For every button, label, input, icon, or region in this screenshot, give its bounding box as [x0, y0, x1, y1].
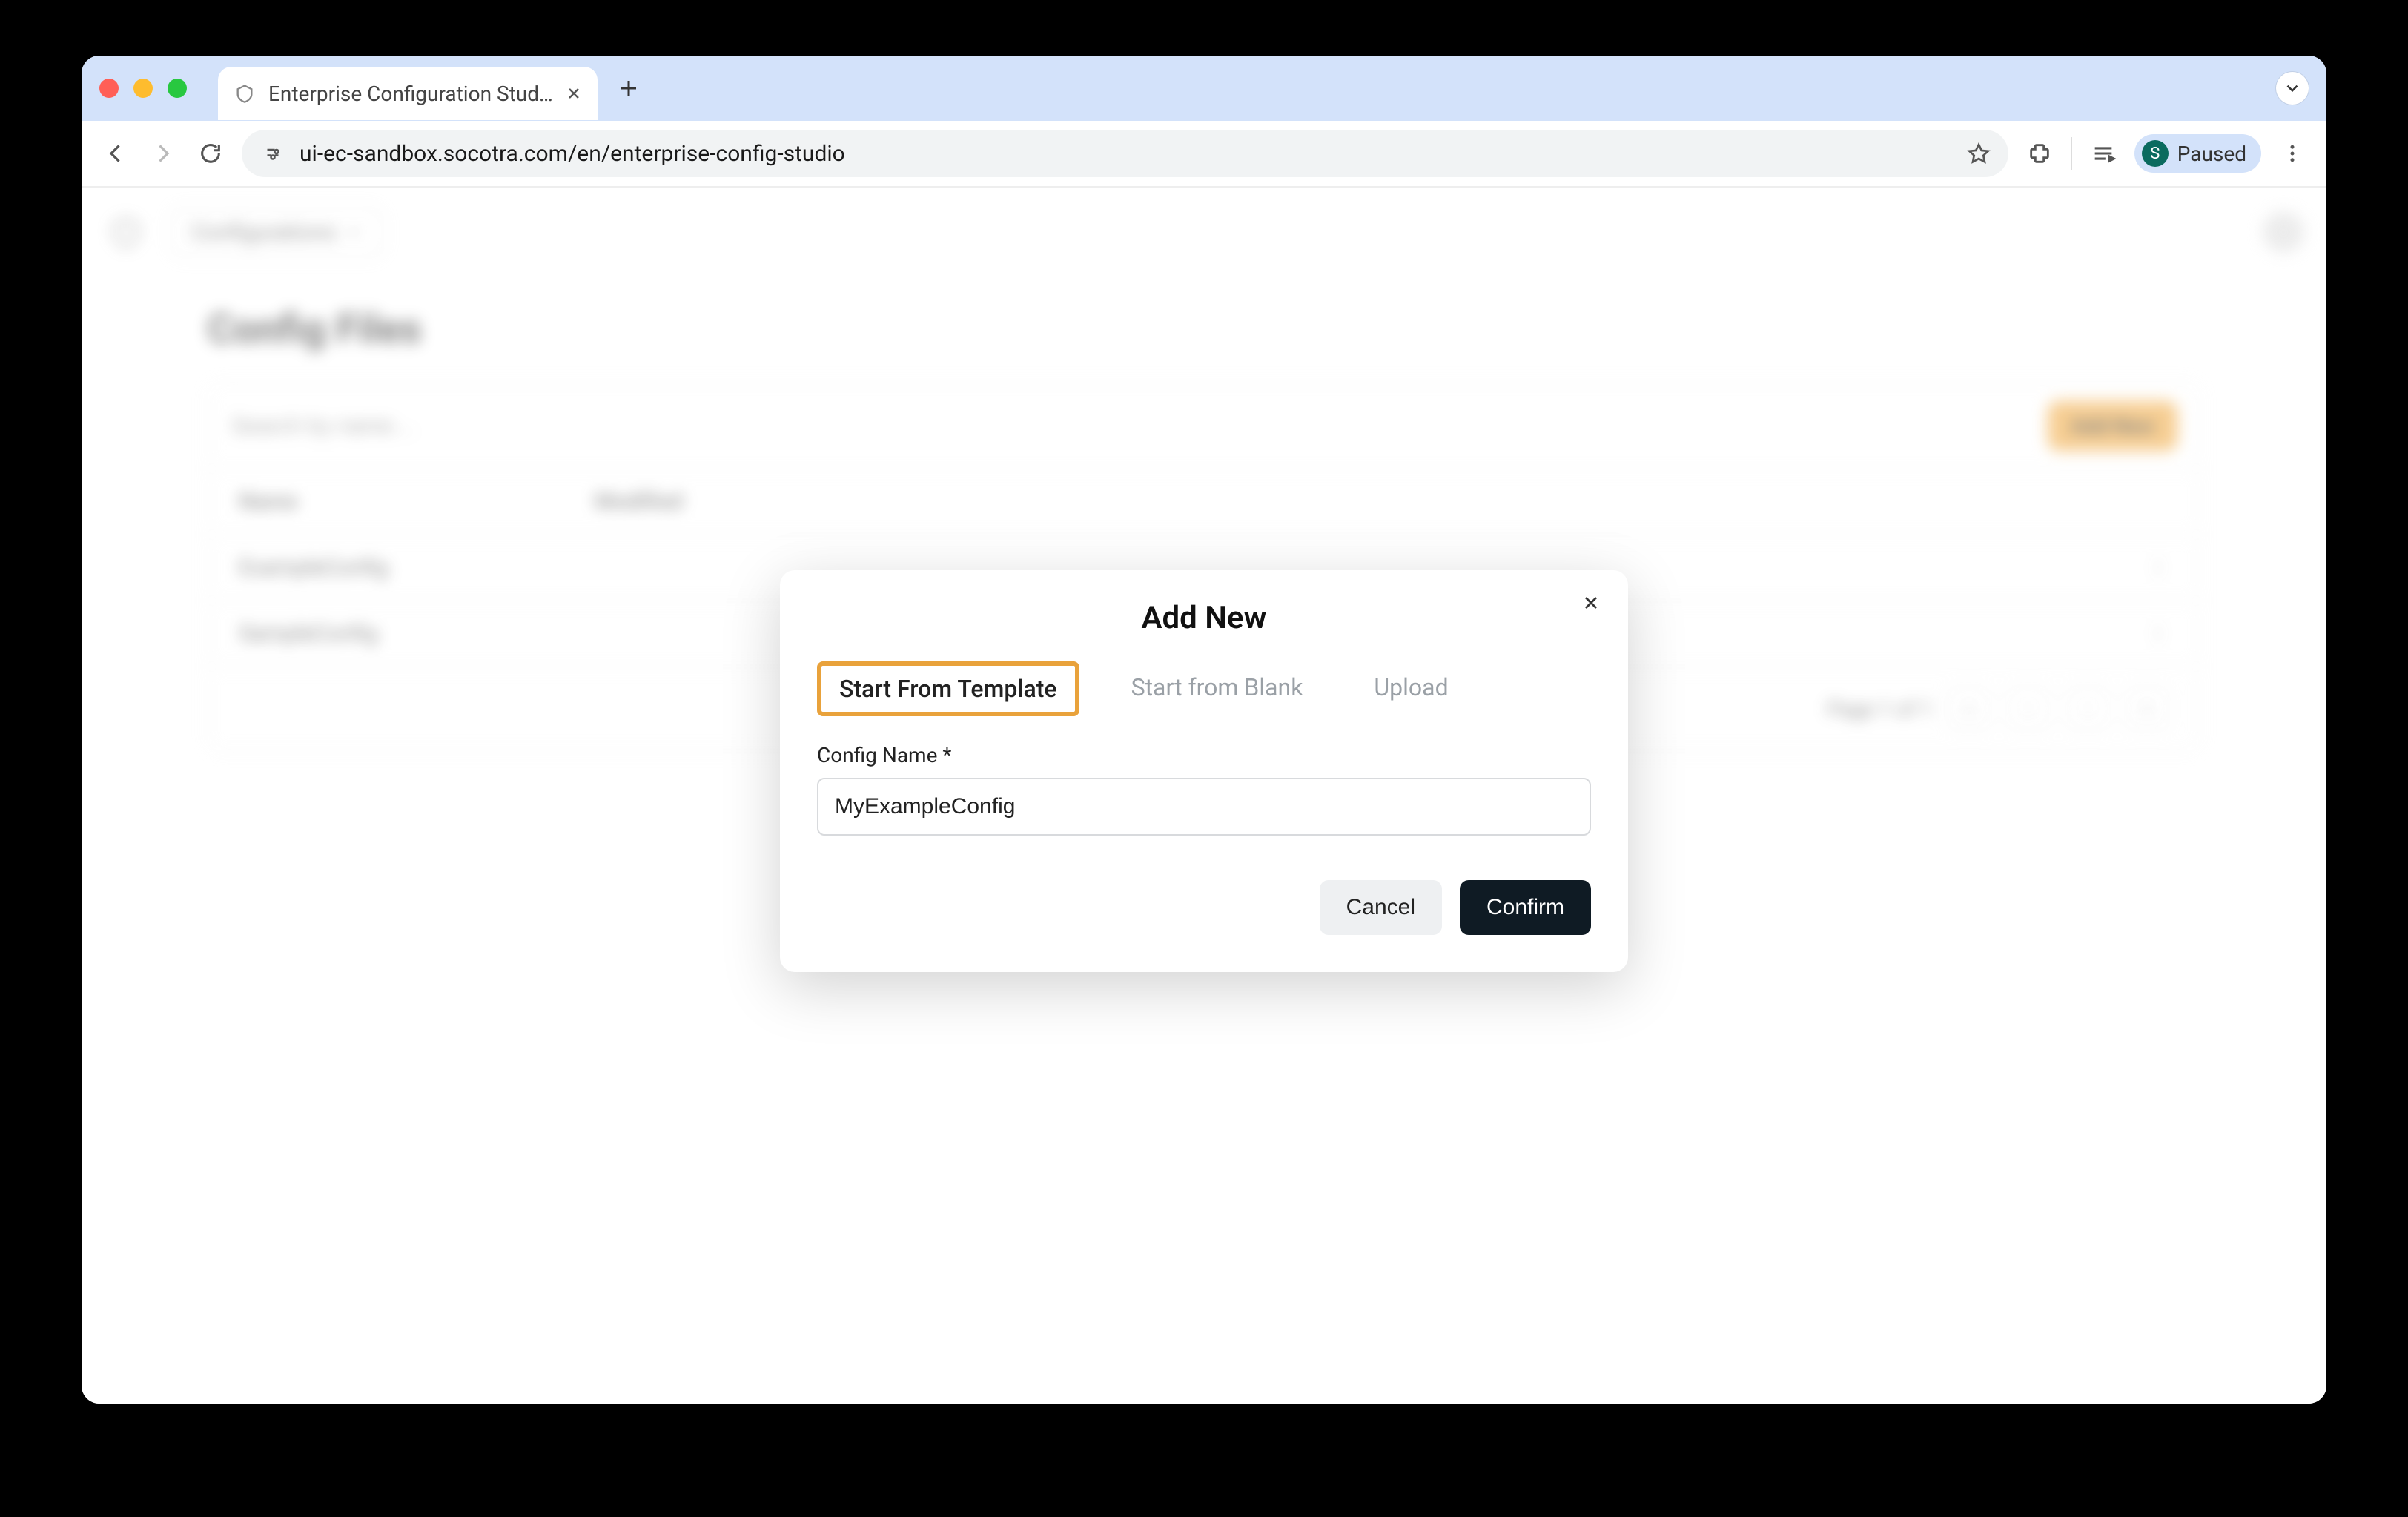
toolbar-divider — [2071, 137, 2072, 170]
modal-backdrop: Add New Start From Template Start from B… — [82, 188, 2326, 1404]
tab-title: Enterprise Configuration Stud… — [268, 82, 553, 106]
confirm-button[interactable]: Confirm — [1460, 880, 1591, 935]
browser-tab[interactable]: Enterprise Configuration Stud… — [218, 67, 598, 120]
page-content: Configurations Config Files Add New Name… — [82, 188, 2326, 1404]
modal-tabs: Start From Template Start from Blank Upl… — [817, 661, 1591, 716]
profile-status-label: Paused — [2177, 142, 2246, 166]
bookmark-star-icon[interactable] — [1967, 142, 1991, 165]
window-close-button[interactable] — [99, 79, 119, 98]
profile-chip[interactable]: S Paused — [2134, 134, 2261, 173]
nav-forward-button[interactable] — [147, 137, 179, 170]
browser-window: Enterprise Configuration Stud… — [82, 56, 2326, 1404]
tab-start-from-blank[interactable]: Start from Blank — [1112, 661, 1323, 716]
address-bar[interactable]: ui-ec-sandbox.socotra.com/en/enterprise-… — [242, 130, 2008, 177]
site-settings-icon[interactable] — [259, 140, 286, 167]
modal-title: Add New — [817, 600, 1591, 636]
tab-list-dropdown[interactable] — [2276, 72, 2309, 105]
browser-menu-icon[interactable] — [2276, 137, 2309, 170]
config-name-input[interactable] — [817, 778, 1591, 836]
add-new-modal: Add New Start From Template Start from B… — [780, 570, 1628, 972]
tab-favicon-icon — [233, 82, 257, 105]
modal-close-button[interactable] — [1576, 588, 1606, 618]
browser-tab-strip: Enterprise Configuration Stud… — [82, 56, 2326, 121]
close-icon — [1581, 592, 1601, 613]
browser-toolbar: ui-ec-sandbox.socotra.com/en/enterprise-… — [82, 121, 2326, 188]
media-control-icon[interactable] — [2087, 137, 2120, 170]
cancel-button[interactable]: Cancel — [1320, 880, 1442, 935]
window-controls — [99, 79, 187, 98]
address-url: ui-ec-sandbox.socotra.com/en/enterprise-… — [300, 141, 1954, 167]
window-minimize-button[interactable] — [133, 79, 153, 98]
new-tab-button[interactable] — [611, 70, 646, 106]
extensions-icon[interactable] — [2023, 137, 2056, 170]
tab-start-from-template[interactable]: Start From Template — [817, 661, 1079, 716]
profile-avatar: S — [2142, 140, 2169, 167]
nav-back-button[interactable] — [99, 137, 132, 170]
config-name-label: Config Name * — [817, 743, 1591, 767]
window-maximize-button[interactable] — [168, 79, 187, 98]
tab-upload[interactable]: Upload — [1354, 661, 1467, 716]
tab-close-icon[interactable] — [565, 85, 583, 102]
nav-reload-button[interactable] — [194, 137, 227, 170]
modal-actions: Cancel Confirm — [817, 880, 1591, 935]
